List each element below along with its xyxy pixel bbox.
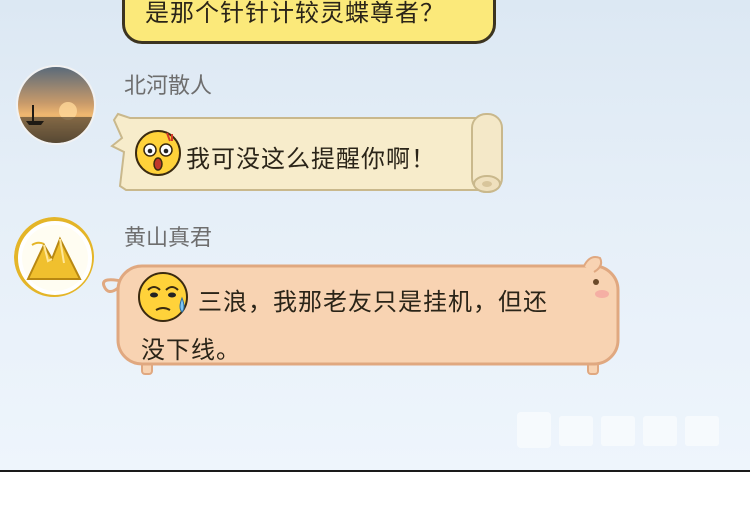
- sunset-boat-avatar[interactable]: [16, 65, 96, 145]
- message-bubble-3: 三浪，我那老友只是挂机，但还 没下线。: [96, 252, 632, 382]
- sweating-face-emoji: [136, 270, 190, 324]
- shocked-face-emoji: [134, 129, 182, 177]
- message-bubble-2: 我可没这么提醒你啊！: [106, 108, 508, 198]
- message-text-3-line2: 没下线。: [141, 336, 241, 364]
- mountain-avatar[interactable]: [14, 217, 94, 297]
- watermark-logo: [515, 408, 725, 454]
- message-text-3-line1: 三浪，我那老友只是挂机，但还: [198, 288, 548, 316]
- panel-divider: [0, 470, 750, 472]
- sender-name-2: 黄山真君: [124, 226, 213, 251]
- chat-panel: 是那个针针计较灵蝶尊者？ 北河散人 我可没这么提醒你啊！ 黄山真君 三浪，我那老…: [0, 0, 750, 471]
- message-text-2: 我可没这么提醒你啊！: [186, 145, 436, 173]
- sender-name-1: 北河散人: [124, 74, 213, 99]
- message-bubble-1: 是那个针针计较灵蝶尊者？: [122, 0, 496, 44]
- message-text-1: 是那个针针计较灵蝶尊者？: [145, 0, 445, 27]
